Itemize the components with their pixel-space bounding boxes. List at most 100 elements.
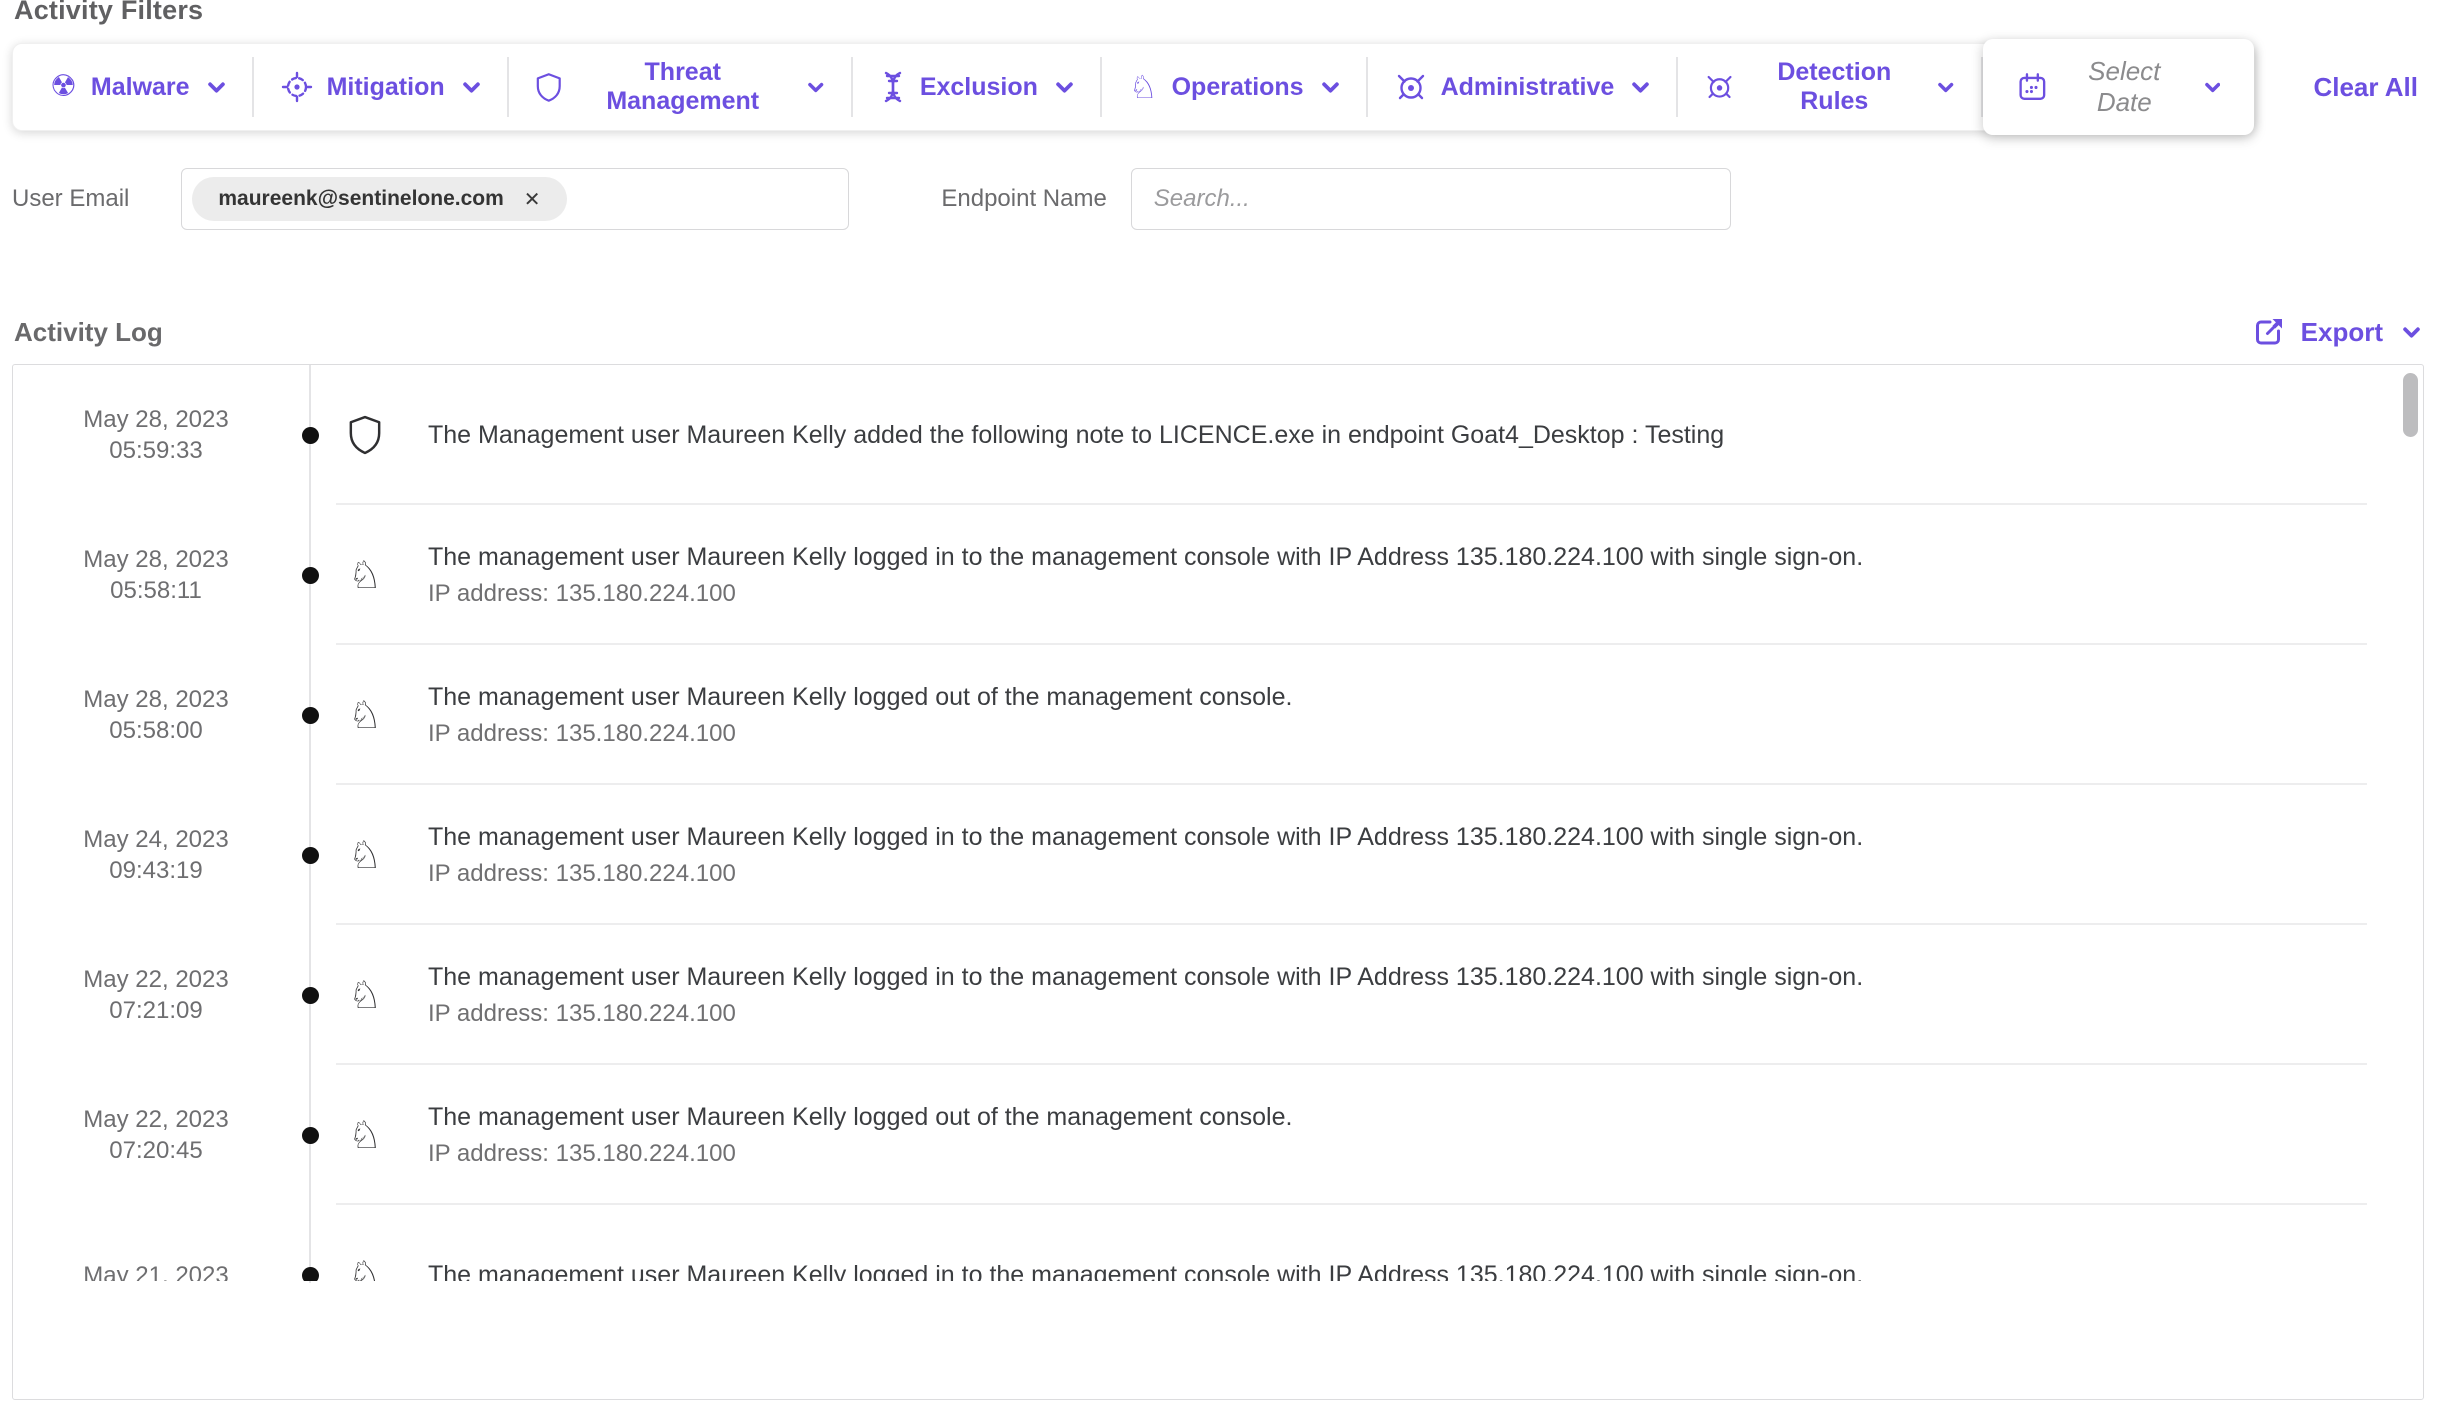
chevron-down-icon bbox=[1322, 82, 1339, 93]
select-date-button[interactable]: Select Date bbox=[1983, 39, 2255, 135]
row-time: 09:43:19 bbox=[109, 855, 202, 886]
filter-label: Exclusion bbox=[920, 73, 1038, 102]
row-timestamp: May 28, 2023 05:58:00 bbox=[13, 645, 299, 785]
timeline-dot bbox=[302, 847, 319, 864]
row-date: May 28, 2023 bbox=[83, 404, 228, 435]
export-label: Export bbox=[2301, 317, 2383, 348]
chip-remove-icon[interactable]: ✕ bbox=[524, 189, 541, 209]
activity-log-row: May 22, 2023 07:21:09 ♘ The management u… bbox=[13, 925, 2423, 1065]
row-icon: ♘ bbox=[348, 696, 382, 734]
clear-all-button[interactable]: Clear All bbox=[2313, 72, 2418, 103]
row-timestamp: May 24, 2023 09:43:19 bbox=[13, 785, 299, 925]
filter-label: Threat Management bbox=[575, 58, 790, 116]
filter-row: ☢ Malware Mitigation Threat Manage bbox=[12, 38, 2424, 136]
user-email-label: User Email bbox=[12, 185, 129, 213]
dna-icon bbox=[880, 71, 906, 103]
activity-log-row: May 21, 2023 ♘ The management user Maure… bbox=[13, 1205, 2423, 1281]
row-date: May 22, 2023 bbox=[83, 1104, 228, 1135]
activity-filter-bar: ☢ Malware Mitigation Threat Manage bbox=[12, 43, 2255, 131]
bug-icon bbox=[1395, 71, 1427, 103]
row-message: The management user Maureen Kelly logged… bbox=[428, 682, 2333, 712]
filter-threat-management[interactable]: Threat Management bbox=[509, 44, 851, 130]
radiation-icon: ☢ bbox=[50, 72, 77, 102]
row-date: May 24, 2023 bbox=[83, 824, 228, 855]
row-icon: ♘ bbox=[348, 415, 382, 455]
chevron-down-icon bbox=[208, 82, 225, 93]
row-time: 05:58:11 bbox=[110, 575, 202, 606]
filter-label: Administrative bbox=[1441, 73, 1615, 102]
row-icon: ♘ bbox=[348, 556, 382, 594]
filter-label: Malware bbox=[91, 73, 190, 102]
row-date: May 22, 2023 bbox=[83, 964, 228, 995]
filter-label: Detection Rules bbox=[1748, 58, 1920, 116]
timeline-dot bbox=[302, 1267, 319, 1281]
chevron-down-icon bbox=[1632, 82, 1649, 93]
shield-icon bbox=[348, 415, 382, 455]
activity-filters-title: Activity Filters bbox=[14, 0, 2424, 26]
row-timestamp: May 21, 2023 bbox=[13, 1205, 299, 1281]
filter-administrative[interactable]: Administrative bbox=[1368, 44, 1677, 130]
row-ip-address: IP address: 135.180.224.100 bbox=[428, 1139, 2333, 1168]
chevron-down-icon bbox=[463, 82, 480, 93]
filter-label: Mitigation bbox=[327, 73, 445, 102]
chess-knight-icon: ♘ bbox=[1129, 71, 1158, 103]
activity-log-row: May 28, 2023 05:58:00 ♘ The management u… bbox=[13, 645, 2423, 785]
export-button[interactable]: Export bbox=[2253, 316, 2420, 348]
chevron-down-icon bbox=[1056, 82, 1073, 93]
row-date: May 21, 2023 bbox=[83, 1260, 228, 1282]
row-text: The management user Maureen Kelly logged… bbox=[428, 962, 2333, 1028]
search-row: User Email maureenk@sentinelone.com ✕ En… bbox=[12, 168, 2424, 230]
chevron-down-icon bbox=[808, 82, 823, 93]
chess-knight-icon: ♘ bbox=[348, 556, 382, 594]
row-text: The management user Maureen Kelly logged… bbox=[428, 822, 2333, 888]
timeline-dot bbox=[302, 427, 319, 444]
row-message: The management user Maureen Kelly logged… bbox=[428, 1260, 2333, 1281]
timeline-dot bbox=[302, 987, 319, 1004]
filter-operations[interactable]: ♘ Operations bbox=[1102, 44, 1366, 130]
row-ip-address: IP address: 135.180.224.100 bbox=[428, 719, 2333, 748]
row-ip-address: IP address: 135.180.224.100 bbox=[428, 859, 2333, 888]
chess-knight-icon: ♘ bbox=[348, 696, 382, 734]
bug-icon bbox=[1705, 71, 1734, 103]
endpoint-search-input[interactable] bbox=[1131, 168, 1731, 230]
row-text: The management user Maureen Kelly logged… bbox=[428, 1260, 2333, 1281]
filter-malware[interactable]: ☢ Malware bbox=[23, 44, 252, 130]
filter-mitigation[interactable]: Mitigation bbox=[254, 44, 507, 130]
row-text: The management user Maureen Kelly logged… bbox=[428, 1102, 2333, 1168]
timeline-dot bbox=[302, 707, 319, 724]
chess-knight-icon: ♘ bbox=[348, 1256, 382, 1281]
calendar-icon bbox=[2017, 70, 2048, 104]
chip-text: maureenk@sentinelone.com bbox=[218, 187, 503, 211]
row-icon: ♘ bbox=[348, 1256, 382, 1281]
chevron-down-icon bbox=[2403, 327, 2420, 338]
filter-exclusion[interactable]: Exclusion bbox=[853, 44, 1100, 130]
row-ip-address: IP address: 135.180.224.100 bbox=[428, 579, 2333, 608]
shield-icon bbox=[536, 71, 562, 103]
activity-log-title: Activity Log bbox=[14, 317, 163, 348]
row-timestamp: May 28, 2023 05:59:33 bbox=[13, 365, 299, 505]
chess-knight-icon: ♘ bbox=[348, 1116, 382, 1154]
row-text: The management user Maureen Kelly logged… bbox=[428, 542, 2333, 608]
row-time: 05:59:33 bbox=[109, 435, 202, 466]
row-time: 05:58:00 bbox=[109, 715, 202, 746]
row-timestamp: May 22, 2023 07:20:45 bbox=[13, 1065, 299, 1205]
activity-log-row: May 28, 2023 05:58:11 ♘ The management u… bbox=[13, 505, 2423, 645]
user-email-input[interactable]: maureenk@sentinelone.com ✕ bbox=[181, 168, 849, 230]
row-message: The management user Maureen Kelly logged… bbox=[428, 822, 2333, 852]
row-icon: ♘ bbox=[348, 836, 382, 874]
row-message: The management user Maureen Kelly logged… bbox=[428, 1102, 2333, 1132]
row-timestamp: May 22, 2023 07:21:09 bbox=[13, 925, 299, 1065]
row-message: The Management user Maureen Kelly added … bbox=[428, 420, 2333, 450]
row-timestamp: May 28, 2023 05:58:11 bbox=[13, 505, 299, 645]
scrollbar-thumb[interactable] bbox=[2403, 373, 2418, 437]
row-text: The management user Maureen Kelly logged… bbox=[428, 682, 2333, 748]
endpoint-name-label: Endpoint Name bbox=[941, 185, 1106, 213]
user-email-chip: maureenk@sentinelone.com ✕ bbox=[192, 177, 566, 221]
row-ip-address: IP address: 135.180.224.100 bbox=[428, 999, 2333, 1028]
activity-log-panel: May 28, 2023 05:59:33 ♘ The Management u… bbox=[12, 364, 2424, 1400]
row-time: 07:21:09 bbox=[109, 995, 202, 1026]
timeline-dot bbox=[302, 1127, 319, 1144]
filter-detection-rules[interactable]: Detection Rules bbox=[1678, 44, 1980, 130]
row-date: May 28, 2023 bbox=[83, 544, 228, 575]
activity-log-list: May 28, 2023 05:59:33 ♘ The Management u… bbox=[13, 365, 2423, 1281]
